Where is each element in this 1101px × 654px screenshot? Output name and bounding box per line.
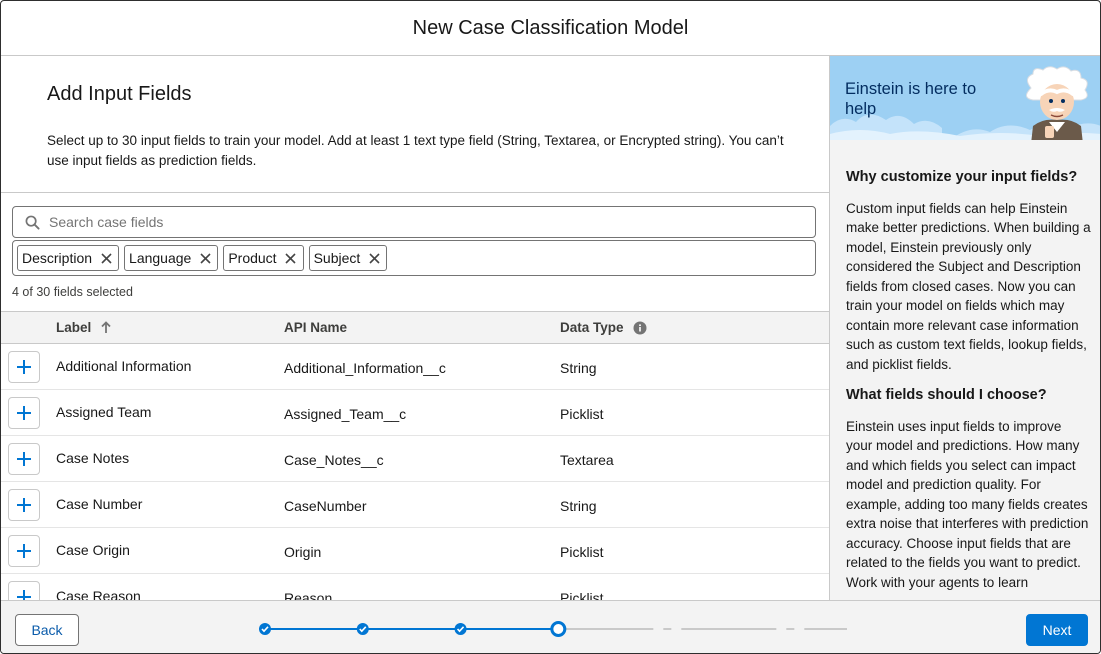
main-panel: Add Input Fields Select up to 30 input f… xyxy=(1,56,829,600)
search-icon xyxy=(25,214,41,230)
field-api-name: Origin xyxy=(284,544,322,560)
progress-step-completed[interactable] xyxy=(454,623,467,635)
help-sidebar: Einstein is here to help Why customize y… xyxy=(829,56,1100,600)
plus-icon xyxy=(17,360,31,374)
plus-icon xyxy=(17,590,31,600)
plus-icon xyxy=(17,498,31,512)
close-icon[interactable] xyxy=(366,250,382,266)
table-header: Label API Name Data Type xyxy=(1,311,829,344)
modal: New Case Classification Model Add Input … xyxy=(0,0,1101,654)
progress-step-completed[interactable] xyxy=(259,623,271,635)
help-content: Why customize your input fields? Custom i… xyxy=(846,168,1091,600)
section-heading: Add Input Fields xyxy=(47,83,192,105)
add-field-button[interactable] xyxy=(8,351,40,383)
pill-label: Language xyxy=(129,250,192,266)
pill-label: Description xyxy=(22,250,93,266)
close-icon[interactable] xyxy=(283,250,299,266)
column-data-type-text: Data Type xyxy=(560,320,624,335)
column-header-label[interactable]: Label xyxy=(56,320,111,335)
field-label: Case Notes xyxy=(56,450,130,466)
table-body: Additional Information Additional_Informa… xyxy=(1,344,829,600)
help-heading: What fields should I choose? xyxy=(846,387,1047,403)
table-row: Case Reason Reason Picklist xyxy=(1,574,829,600)
field-api-name: Additional_Information__c xyxy=(284,360,446,376)
field-label: Case Reason xyxy=(56,588,141,600)
close-icon[interactable] xyxy=(197,250,213,266)
column-header-api-name[interactable]: API Name xyxy=(284,320,347,335)
add-field-button[interactable] xyxy=(8,443,40,475)
banner-text: Einstein is here to help xyxy=(845,80,977,118)
column-label-text: Label xyxy=(56,320,92,335)
field-label: Assigned Team xyxy=(56,404,152,420)
help-paragraph: Einstein uses input fields to improve yo… xyxy=(846,418,1089,590)
field-label: Case Origin xyxy=(56,542,130,558)
next-button[interactable]: Next xyxy=(1026,614,1088,646)
field-label: Additional Information xyxy=(56,358,192,374)
add-field-button[interactable] xyxy=(8,535,40,567)
selected-field-pill: Description xyxy=(17,245,120,271)
section-description: Select up to 30 input fields to train yo… xyxy=(47,133,784,168)
table-row: Case Number CaseNumber String xyxy=(1,482,829,528)
field-data-type: Picklist xyxy=(560,590,604,600)
plus-icon xyxy=(17,452,31,466)
search-field[interactable] xyxy=(12,206,816,238)
field-api-name: Assigned_Team__c xyxy=(284,406,407,422)
add-field-button[interactable] xyxy=(8,397,40,429)
selected-field-pill: Product xyxy=(223,245,304,271)
field-data-type: Picklist xyxy=(560,544,604,560)
table-row: Case Origin Origin Picklist xyxy=(1,528,829,574)
info-icon[interactable] xyxy=(633,321,647,335)
field-api-name: Reason xyxy=(284,590,333,600)
progress-indicator xyxy=(259,621,847,637)
back-button[interactable]: Back xyxy=(15,614,79,646)
field-label: Case Number xyxy=(56,496,143,512)
modal-header: New Case Classification Model xyxy=(1,1,1100,56)
arrow-up-icon xyxy=(101,321,111,334)
field-api-name: CaseNumber xyxy=(284,498,367,514)
help-paragraph: Custom input fields can help Einstein ma… xyxy=(846,200,1091,372)
selected-fields-container: Description Language Product Subject xyxy=(12,240,816,276)
field-data-type: Picklist xyxy=(560,406,604,422)
help-heading: Why customize your input fields? xyxy=(846,169,1078,185)
search-input[interactable] xyxy=(49,214,789,230)
table-row: Assigned Team Assigned_Team__c Picklist xyxy=(1,390,829,436)
column-api-name-text: API Name xyxy=(284,320,348,335)
intro-section: Add Input Fields Select up to 30 input f… xyxy=(1,56,829,193)
add-field-button[interactable] xyxy=(8,489,40,521)
plus-icon xyxy=(17,406,31,420)
progress-step-current[interactable] xyxy=(550,621,567,637)
add-field-button[interactable] xyxy=(8,581,40,600)
table-row: Case Notes Case_Notes__c Textarea xyxy=(1,436,829,482)
selected-field-pill: Subject xyxy=(308,245,388,271)
selected-field-pill: Language xyxy=(124,245,219,271)
close-icon[interactable] xyxy=(98,250,114,266)
field-data-type: String xyxy=(560,498,597,514)
einstein-mascot-icon xyxy=(1026,66,1088,140)
einstein-banner: Einstein is here to help xyxy=(830,56,1100,140)
field-data-type: Textarea xyxy=(560,452,614,468)
modal-footer: Back Next xyxy=(1,600,1100,653)
selection-count: 4 of 30 fields selected xyxy=(12,285,133,299)
fields-table: Label API Name Data Type Additional Info… xyxy=(1,311,829,600)
field-api-name: Case_Notes__c xyxy=(284,452,384,468)
plus-icon xyxy=(17,544,31,558)
progress-step-completed[interactable] xyxy=(356,623,369,635)
modal-title: New Case Classification Model xyxy=(412,16,689,39)
pill-label: Product xyxy=(228,250,277,266)
column-header-data-type[interactable]: Data Type xyxy=(560,320,647,335)
table-row: Additional Information Additional_Informa… xyxy=(1,344,829,390)
field-data-type: String xyxy=(560,360,597,376)
pill-label: Subject xyxy=(313,250,361,266)
